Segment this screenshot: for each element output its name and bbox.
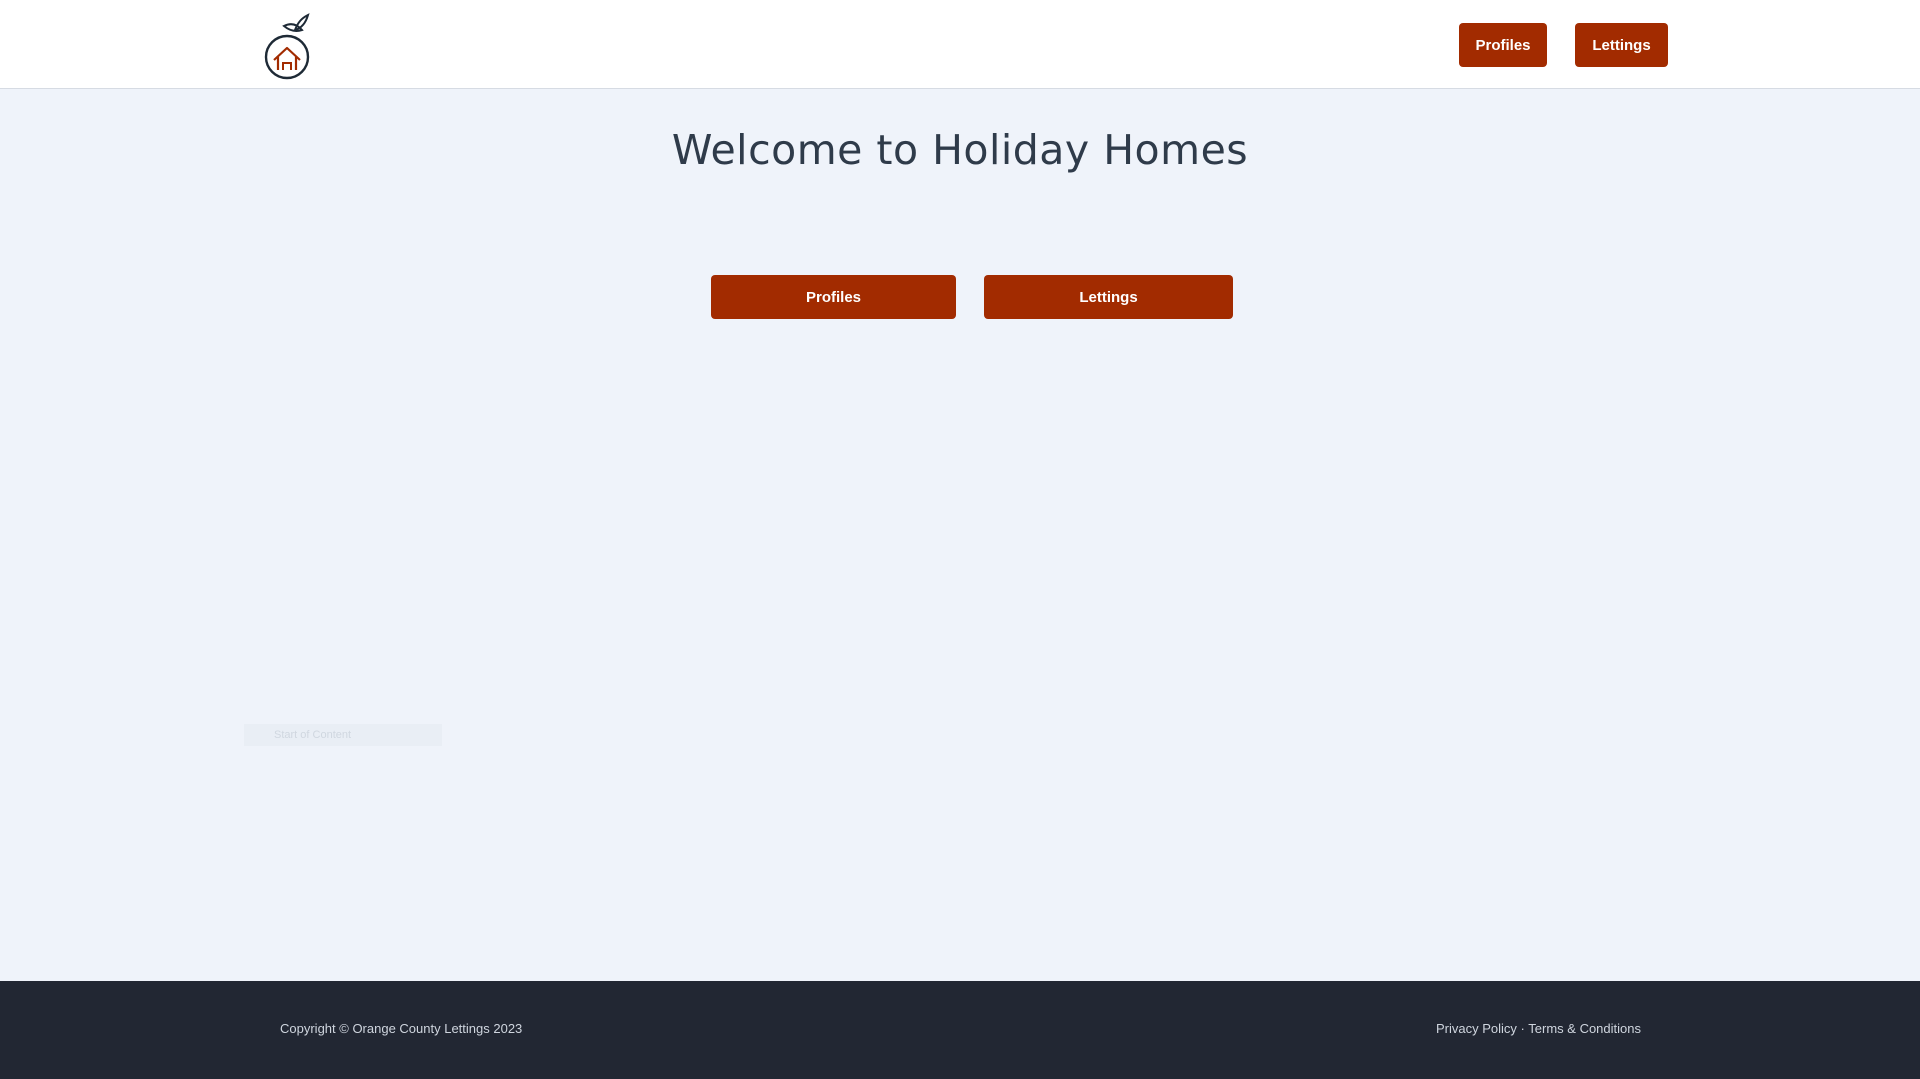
skip-link-placeholder: Start of Content xyxy=(244,724,442,746)
profiles-button[interactable]: Profiles xyxy=(711,275,956,319)
terms-conditions-link[interactable]: Terms & Conditions xyxy=(1528,1021,1641,1036)
nav-profiles-button[interactable]: Profiles xyxy=(1459,23,1547,67)
footer-copyright: Copyright © Orange County Lettings 2023 xyxy=(280,1021,523,1036)
footer: Copyright © Orange County Lettings 2023 … xyxy=(0,981,1920,1079)
privacy-policy-link[interactable]: Privacy Policy xyxy=(1436,1021,1517,1036)
nav-lettings-button[interactable]: Lettings xyxy=(1575,23,1668,67)
page-title: Welcome to Holiday Homes xyxy=(671,126,1249,174)
top-navbar: Profiles Lettings xyxy=(0,0,1920,89)
lettings-button[interactable]: Lettings xyxy=(984,275,1233,319)
footer-separator: · xyxy=(1520,1021,1525,1036)
orange-house-logo-icon[interactable] xyxy=(262,10,314,80)
footer-links: Privacy Policy · Terms & Conditions xyxy=(1436,1021,1641,1036)
